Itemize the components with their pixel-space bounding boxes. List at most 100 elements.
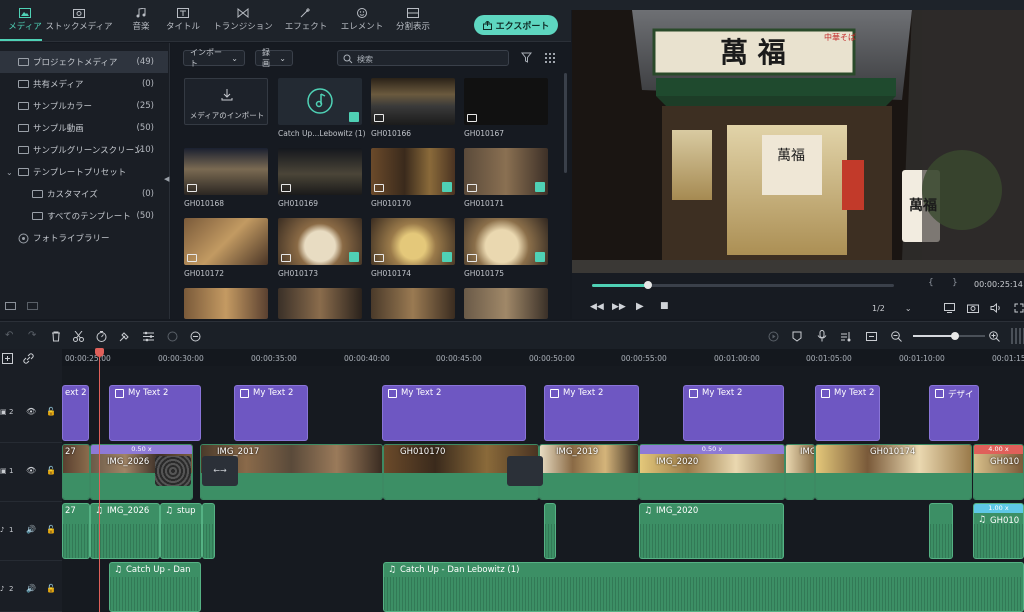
title-clip[interactable]: デザイ xyxy=(929,385,979,441)
transition-marker[interactable]: ←→ xyxy=(202,456,238,486)
resolution-dropdown[interactable]: 1/2 ⌄ xyxy=(872,301,928,315)
media-thumb-audio[interactable] xyxy=(278,78,362,125)
speaker-icon[interactable]: 🔊 xyxy=(26,525,36,534)
sidebar-item-customize[interactable]: カスタマイズ (0) xyxy=(0,183,168,205)
audio-clip[interactable]: ♫IMG_2026 xyxy=(90,503,160,559)
transition-marker[interactable] xyxy=(155,456,191,486)
video-clip[interactable]: 0.50 x IMG_2020 xyxy=(639,444,785,500)
video-clip[interactable]: GH010174 xyxy=(815,444,972,500)
eye-icon[interactable]: 👁 xyxy=(26,407,36,416)
audio-clip[interactable] xyxy=(929,503,953,559)
tab-elements[interactable]: エレメント xyxy=(337,8,387,32)
video-clip[interactable]: 4.00 x GH010 xyxy=(973,444,1024,500)
title-clip[interactable]: My Text 2 xyxy=(109,385,201,441)
export-button[interactable]: エクスポート xyxy=(474,15,558,35)
playhead[interactable] xyxy=(99,349,100,612)
filter-icon[interactable] xyxy=(521,52,532,63)
fullscreen-icon[interactable] xyxy=(1014,303,1024,313)
title-clip[interactable]: My Text 2 xyxy=(683,385,784,441)
tab-media[interactable]: メディア xyxy=(0,8,50,41)
color-icon[interactable] xyxy=(119,331,130,342)
media-thumb-gh010175[interactable] xyxy=(464,218,548,265)
monitor-icon[interactable] xyxy=(944,303,955,313)
video-clip[interactable]: 27 xyxy=(62,444,90,500)
audio-clip[interactable]: ♫ IMG_2020 xyxy=(639,503,784,559)
redo-icon[interactable]: ↷ xyxy=(28,330,36,341)
sidebar-item-project-media[interactable]: プロジェクトメディア (49) xyxy=(0,51,168,73)
add-track-icon[interactable] xyxy=(2,353,13,364)
sidebar-item-photo-library[interactable]: フォトライブラリー xyxy=(0,227,168,249)
undo-icon[interactable]: ↶ xyxy=(5,330,13,341)
media-thumb-gh010166[interactable] xyxy=(371,78,455,125)
media-thumb[interactable] xyxy=(464,288,548,319)
audio-clip[interactable]: ♫ stup xyxy=(160,503,202,559)
import-media-tile[interactable]: メディアのインポート xyxy=(184,78,268,125)
audio-sync-icon[interactable] xyxy=(190,331,201,342)
title-clip[interactable]: My Text 2 xyxy=(234,385,308,441)
lock-icon[interactable]: 🔓 xyxy=(46,584,56,593)
zoom-slider[interactable] xyxy=(913,332,985,340)
stop-icon[interactable]: ■ xyxy=(660,301,669,311)
new-folder-icon[interactable] xyxy=(5,302,16,310)
tab-titles[interactable]: タイトル xyxy=(158,8,208,32)
video-clip[interactable]: IMG_2019 xyxy=(539,444,639,500)
split-scissors-icon[interactable] xyxy=(73,331,84,342)
title-clip[interactable]: My Text 2 xyxy=(382,385,526,441)
volume-icon[interactable] xyxy=(990,303,1002,313)
lock-icon[interactable]: 🔓 xyxy=(46,525,56,534)
subtitle-icon[interactable] xyxy=(866,331,877,342)
mark-in-icon[interactable]: { xyxy=(928,278,934,288)
sidebar-item-template-presets[interactable]: ⌄ テンプレートプリセット xyxy=(0,161,168,183)
audio-clip[interactable]: 27 xyxy=(62,503,90,559)
adjust-icon[interactable] xyxy=(143,331,154,342)
media-thumb[interactable] xyxy=(278,288,362,319)
tab-transitions[interactable]: トランジション xyxy=(210,8,276,32)
lock-icon[interactable]: 🔓 xyxy=(46,407,56,416)
speaker-icon[interactable]: 🔊 xyxy=(26,584,36,593)
title-clip[interactable]: My Text 2 xyxy=(544,385,639,441)
delete-icon[interactable] xyxy=(51,331,61,342)
step-forward-icon[interactable]: ▶▶ xyxy=(612,302,626,312)
link-icon[interactable] xyxy=(23,353,34,364)
sidebar-item-sample-green-screen[interactable]: サンプルグリーンスクリーン (10) xyxy=(0,139,168,161)
music-clip[interactable]: ♫ Catch Up - Dan Lebowitz (1) xyxy=(383,562,1024,612)
media-thumb-gh010171[interactable] xyxy=(464,148,548,195)
microphone-icon[interactable] xyxy=(817,330,827,342)
search-input[interactable]: 検索 xyxy=(337,50,509,66)
play-icon[interactable]: ▶ xyxy=(636,301,644,312)
video-clip[interactable]: IMG_2020 xyxy=(785,444,815,500)
grid-view-icon[interactable] xyxy=(544,52,555,63)
zoom-out-icon[interactable] xyxy=(891,331,902,342)
eye-icon[interactable]: 👁 xyxy=(26,466,36,475)
media-thumb[interactable] xyxy=(371,288,455,319)
playback-scrubber[interactable] xyxy=(592,281,894,289)
render-icon[interactable] xyxy=(768,331,779,342)
media-thumb-gh010168[interactable] xyxy=(184,148,268,195)
media-thumb[interactable] xyxy=(184,288,268,319)
sidebar-item-shared-media[interactable]: 共有メディア (0) xyxy=(0,73,168,95)
collapse-sidebar-icon[interactable]: ◀ xyxy=(164,175,169,183)
import-dropdown[interactable]: インポート ⌄ xyxy=(183,48,245,68)
tab-effects[interactable]: エフェクト xyxy=(281,8,331,32)
media-thumb-gh010174[interactable] xyxy=(371,218,455,265)
sidebar-item-sample-videos[interactable]: サンプル動画 (50) xyxy=(0,117,168,139)
title-clip[interactable]: ext 2 xyxy=(62,385,89,441)
playhead-handle[interactable] xyxy=(95,348,104,357)
media-thumb-gh010167[interactable] xyxy=(464,78,548,125)
marker-icon[interactable] xyxy=(792,331,802,342)
snapshot-icon[interactable] xyxy=(967,303,979,313)
step-back-icon[interactable]: ◀◀ xyxy=(590,302,604,312)
track-height-icon[interactable] xyxy=(1011,328,1024,344)
media-thumb-gh010170[interactable] xyxy=(371,148,455,195)
audio-clip[interactable] xyxy=(544,503,556,559)
media-thumb-gh010172[interactable] xyxy=(184,218,268,265)
zoom-in-icon[interactable] xyxy=(989,331,1000,342)
sidebar-item-sample-colors[interactable]: サンプルカラー (25) xyxy=(0,95,168,117)
audio-clip[interactable] xyxy=(202,503,215,559)
delete-folder-icon[interactable] xyxy=(27,302,38,310)
speed-icon[interactable] xyxy=(96,331,107,342)
record-dropdown[interactable]: 録画 ⌄ xyxy=(255,48,293,68)
audio-clip[interactable]: 1.00 x ♫ GH010 xyxy=(973,503,1024,559)
media-thumb-gh010173[interactable] xyxy=(278,218,362,265)
mark-out-icon[interactable]: } xyxy=(952,278,958,288)
